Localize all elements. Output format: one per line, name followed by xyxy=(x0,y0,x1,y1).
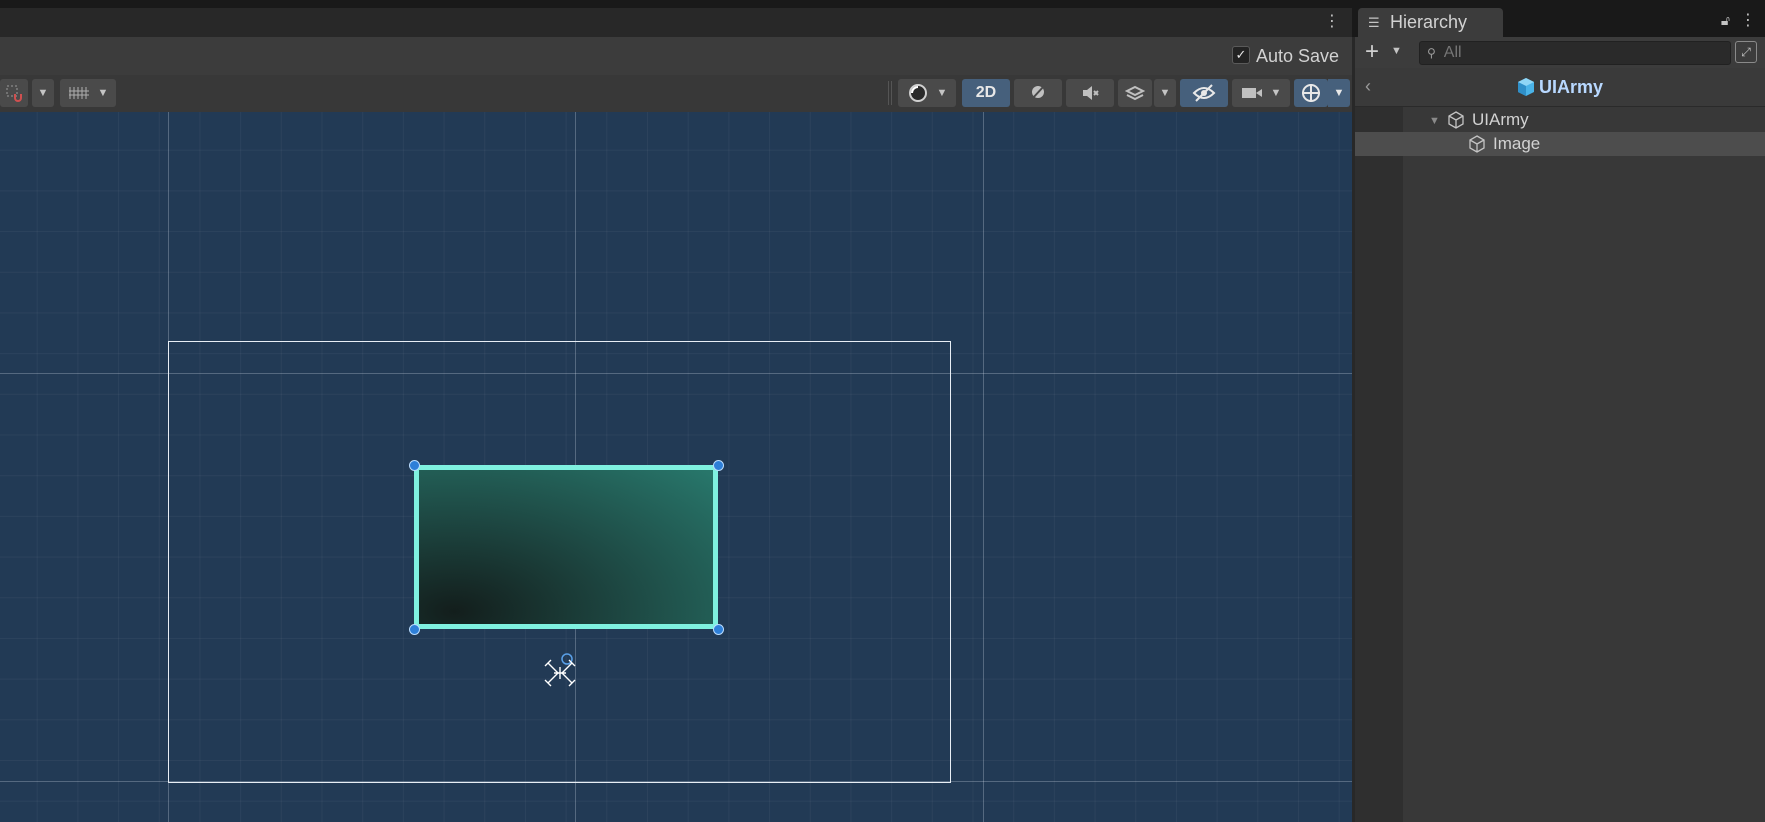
add-object-button[interactable]: + xyxy=(1365,39,1379,65)
lock-icon[interactable]: 🔓︎ xyxy=(1721,12,1730,29)
kebab-menu-icon[interactable]: ⋮ xyxy=(1322,12,1342,32)
prefab-breadcrumb: ‹ UIArmy xyxy=(1355,68,1765,107)
search-in-scene-icon[interactable]: ⤢ xyxy=(1735,41,1757,63)
rect-handle-bottom-left[interactable] xyxy=(409,624,420,635)
prefab-cube-icon xyxy=(1518,78,1534,96)
hidden-objects-icon xyxy=(1192,84,1216,102)
chevron-down-icon: ▼ xyxy=(936,87,948,99)
auto-save-checkbox[interactable]: ✓ xyxy=(1232,46,1250,64)
rect-handle-top-right[interactable] xyxy=(713,460,724,471)
gameobject-icon xyxy=(1448,111,1464,129)
hierarchy-search[interactable]: ⚲ xyxy=(1419,41,1731,65)
breadcrumb-title[interactable]: UIArmy xyxy=(1539,77,1603,98)
hidden-objects-toggle[interactable] xyxy=(1180,79,1228,107)
audio-toggle[interactable] xyxy=(1066,79,1114,107)
hierarchy-tree: ▼ UIArmy Image xyxy=(1355,107,1765,822)
back-arrow-icon[interactable]: ‹ xyxy=(1365,76,1371,97)
auto-save-label: Auto Save xyxy=(1256,46,1340,66)
effects-icon xyxy=(1125,85,1145,101)
rect-handle-bottom-right[interactable] xyxy=(713,624,724,635)
scene-toolbar: ▼ ▼ ▼ 2D ▼ ▼ ▼ xyxy=(0,75,1352,113)
grid-snap-button[interactable] xyxy=(0,79,28,107)
gameobject-icon xyxy=(1469,135,1485,153)
gizmos-dropdown[interactable]: ▼ xyxy=(1328,79,1350,107)
selected-image-rect[interactable] xyxy=(414,465,718,629)
shading-mode-icon xyxy=(908,84,927,102)
toolbar-divider xyxy=(888,81,892,105)
gizmos-icon xyxy=(1302,84,1320,102)
scene-tab-bar: ⋮ xyxy=(0,8,1352,37)
chevron-down-icon: ▼ xyxy=(1270,87,1282,99)
list-icon: ☰ xyxy=(1368,14,1380,30)
tree-row-label: UIArmy xyxy=(1472,110,1529,129)
grid-major-line xyxy=(983,112,984,822)
rect-handle-top-left[interactable] xyxy=(409,460,420,471)
grid-snap-dropdown[interactable]: ▼ xyxy=(32,79,54,107)
chevron-down-icon[interactable]: ▼ xyxy=(1391,45,1402,57)
search-input[interactable] xyxy=(1441,43,1716,63)
prefab-mode-bar: ✓ Auto Save xyxy=(0,37,1352,75)
chevron-down-icon: ▼ xyxy=(1159,87,1171,99)
tab-hierarchy[interactable]: ☰ Hierarchy xyxy=(1358,8,1503,37)
hierarchy-tab-bar: ☰ Hierarchy 🔓︎ ⋮ xyxy=(1352,0,1765,37)
scene-viewport[interactable] xyxy=(0,112,1352,822)
lighting-toggle[interactable] xyxy=(1014,79,1062,107)
hierarchy-gutter xyxy=(1355,107,1403,822)
shading-mode-button[interactable]: ▼ xyxy=(898,79,956,107)
kebab-menu-icon[interactable]: ⋮ xyxy=(1740,10,1756,30)
camera-settings-button[interactable]: ▼ xyxy=(1232,79,1290,107)
grid-visibility-icon xyxy=(68,87,89,99)
hierarchy-toolbar: + ▼ ⚲ ⤢ xyxy=(1355,37,1765,69)
effects-dropdown[interactable]: ▼ xyxy=(1154,79,1176,107)
mode-2d-toggle[interactable]: 2D xyxy=(962,79,1010,107)
grid-visibility-button[interactable]: ▼ xyxy=(60,79,116,107)
tree-row-label: Image xyxy=(1493,134,1541,153)
gizmos-toggle[interactable] xyxy=(1294,79,1328,107)
audio-mute-icon xyxy=(1083,86,1099,100)
anchor-pivot-icon[interactable] xyxy=(540,653,580,693)
chevron-down-icon: ▼ xyxy=(37,87,49,99)
expand-arrow-icon[interactable]: ▼ xyxy=(1429,115,1440,127)
tab-hierarchy-label: Hierarchy xyxy=(1390,12,1468,32)
camera-icon xyxy=(1241,88,1262,98)
tree-row-uiarmy[interactable]: ▼ UIArmy xyxy=(1355,108,1765,132)
scene-top-strip xyxy=(0,0,1352,8)
lighting-icon xyxy=(1031,85,1045,100)
search-icon: ⚲ xyxy=(1427,46,1436,60)
effects-toggle[interactable] xyxy=(1118,79,1152,107)
chevron-down-icon: ▼ xyxy=(1333,87,1345,99)
chevron-down-icon: ▼ xyxy=(97,87,109,99)
grid-snap-icon xyxy=(6,85,22,102)
tree-row-image[interactable]: Image xyxy=(1355,132,1765,156)
